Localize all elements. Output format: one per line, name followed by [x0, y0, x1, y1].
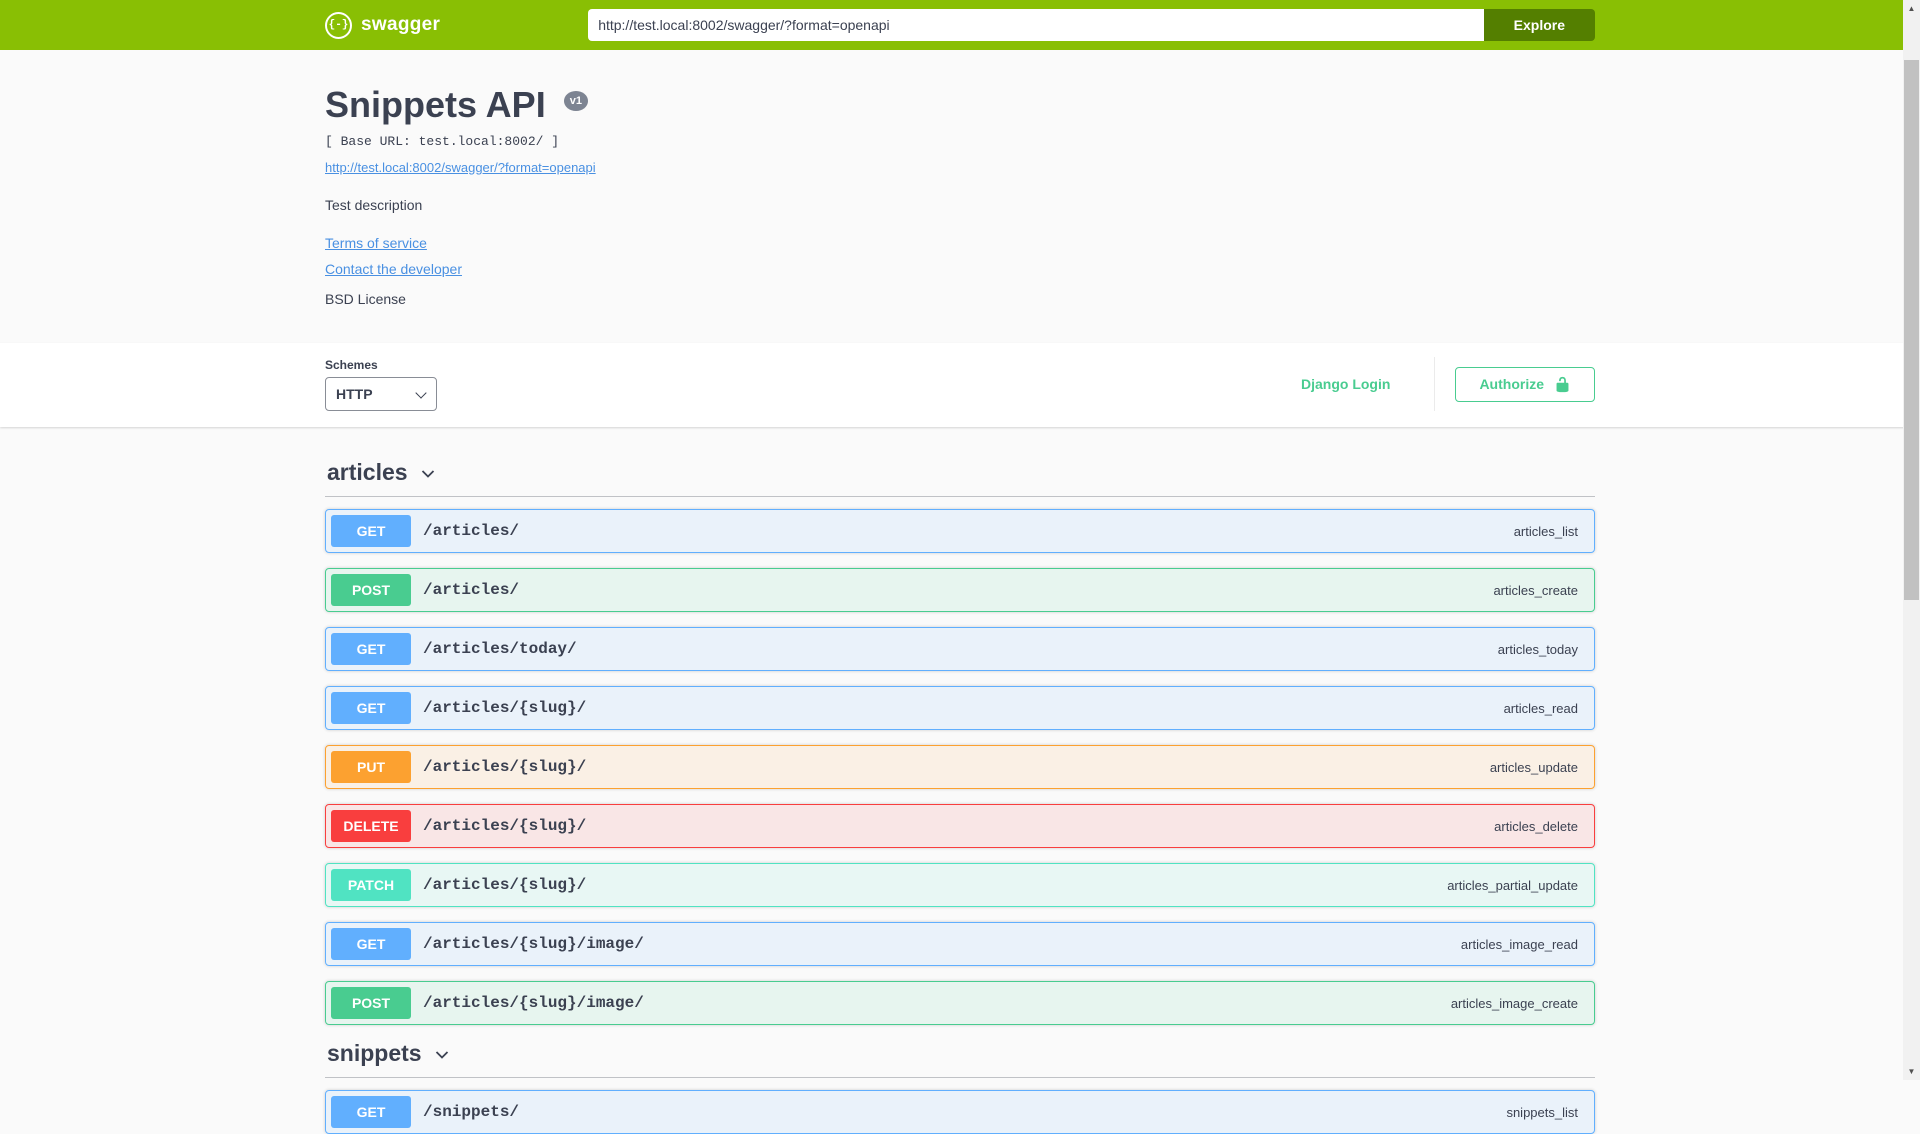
operation-row[interactable]: GET /articles/{slug}/image/ articles_ima… — [325, 922, 1595, 966]
operation-path: /articles/ — [423, 522, 520, 540]
operation-id: articles_list — [1513, 523, 1578, 539]
operation-list: GET /snippets/ snippets_list — [325, 1090, 1595, 1134]
scroll-up-arrow-icon[interactable]: ▲ — [1903, 0, 1920, 17]
brand-text: swagger — [361, 14, 441, 35]
button-divider — [1434, 357, 1436, 411]
operation-id: articles_today — [1497, 641, 1578, 657]
tag-section: articles GET /articles/ articles_list PO… — [325, 459, 1595, 1025]
scroll-down-arrow-icon[interactable]: ▼ — [1903, 1063, 1920, 1080]
swagger-logo-icon: {-} — [325, 11, 352, 39]
schemes-select[interactable]: HTTP — [325, 376, 437, 411]
tag-section: snippets GET /snippets/ snippets_list — [325, 1040, 1595, 1134]
method-badge: POST — [331, 987, 411, 1019]
version-badge: v1 — [563, 91, 588, 111]
operation-id: articles_delete — [1494, 818, 1578, 834]
explore-button[interactable]: Explore — [1483, 9, 1595, 41]
brand: {-} swagger — [325, 11, 441, 39]
operation-path: /articles/{slug}/ — [423, 699, 587, 717]
spec-link[interactable]: http://test.local:8002/swagger/?format=o… — [325, 160, 596, 175]
operation-path: /articles/{slug}/ — [423, 758, 587, 776]
license-text: BSD License — [325, 291, 406, 307]
terms-of-service-link[interactable]: Terms of service — [325, 235, 427, 251]
operation-id: articles_update — [1489, 759, 1578, 775]
section-title: articles — [327, 459, 408, 485]
method-badge: GET — [331, 928, 411, 960]
operation-path: /articles/{slug}/image/ — [423, 935, 644, 953]
chevron-down-icon — [421, 470, 434, 478]
operation-row[interactable]: POST /articles/ articles_create — [325, 568, 1595, 612]
page-title: Snippets API v1 — [325, 84, 1595, 126]
schemes-select-wrap: HTTP — [325, 376, 437, 411]
operation-path: /articles/{slug}/ — [423, 876, 587, 894]
operation-row[interactable]: POST /articles/{slug}/image/ articles_im… — [325, 981, 1595, 1025]
tag-section-header[interactable]: articles — [325, 459, 1595, 497]
operation-id: articles_create — [1493, 582, 1578, 598]
operations-area: articles GET /articles/ articles_list PO… — [0, 427, 1920, 1134]
django-login-button[interactable]: Django Login — [1281, 368, 1410, 400]
operation-row[interactable]: GET /articles/{slug}/ articles_read — [325, 686, 1595, 730]
contact-developer-link[interactable]: Contact the developer — [325, 261, 462, 277]
api-url-input[interactable] — [588, 9, 1484, 41]
schemes-label: Schemes — [325, 357, 378, 372]
scheme-section: Schemes HTTP Django Login Authorize — [0, 343, 1920, 427]
operation-path: /articles/ — [423, 581, 520, 599]
operation-row[interactable]: GET /snippets/ snippets_list — [325, 1090, 1595, 1134]
method-badge: GET — [331, 515, 411, 547]
base-url-text: [ Base URL: test.local:8002/ ] — [325, 134, 560, 149]
scrollbar[interactable]: ▲ ▼ — [1903, 0, 1920, 1080]
operation-row[interactable]: GET /articles/today/ articles_today — [325, 627, 1595, 671]
method-badge: PATCH — [331, 869, 411, 901]
operation-id: snippets_list — [1506, 1104, 1578, 1120]
info-section: Snippets API v1 [ Base URL: test.local:8… — [0, 50, 1920, 343]
operation-row[interactable]: PATCH /articles/{slug}/ articles_partial… — [325, 863, 1595, 907]
chevron-down-icon — [435, 1051, 448, 1059]
method-badge: DELETE — [331, 810, 411, 842]
scrollbar-thumb[interactable] — [1904, 60, 1919, 600]
api-title-text: Snippets API — [325, 84, 546, 125]
auth-wrapper: Django Login Authorize — [1281, 357, 1595, 411]
tag-section-header[interactable]: snippets — [325, 1040, 1595, 1078]
operation-id: articles_partial_update — [1447, 877, 1578, 893]
operation-path: /snippets/ — [423, 1103, 520, 1121]
api-description: Test description — [325, 197, 423, 213]
authorize-button[interactable]: Authorize — [1455, 366, 1595, 402]
authorize-label: Authorize — [1479, 376, 1544, 392]
method-badge: GET — [331, 1096, 411, 1128]
operation-row[interactable]: PUT /articles/{slug}/ articles_update — [325, 745, 1595, 789]
operation-row[interactable]: DELETE /articles/{slug}/ articles_delete — [325, 804, 1595, 848]
method-badge: POST — [331, 574, 411, 606]
unlock-icon — [1556, 376, 1569, 392]
operation-path: /articles/today/ — [423, 640, 577, 658]
operation-path: /articles/{slug}/ — [423, 817, 587, 835]
explore-form: Explore — [588, 9, 1595, 41]
operation-id: articles_read — [1503, 700, 1578, 716]
operation-id: articles_image_create — [1450, 995, 1578, 1011]
operation-path: /articles/{slug}/image/ — [423, 994, 644, 1012]
method-badge: GET — [331, 692, 411, 724]
method-badge: PUT — [331, 751, 411, 783]
operation-list: GET /articles/ articles_list POST /artic… — [325, 509, 1595, 1025]
topbar: {-} swagger Explore — [0, 0, 1920, 50]
operation-row[interactable]: GET /articles/ articles_list — [325, 509, 1595, 553]
method-badge: GET — [331, 633, 411, 665]
schemes-block: Schemes HTTP — [325, 358, 437, 411]
section-title: snippets — [327, 1040, 422, 1066]
operation-id: articles_image_read — [1460, 936, 1578, 952]
